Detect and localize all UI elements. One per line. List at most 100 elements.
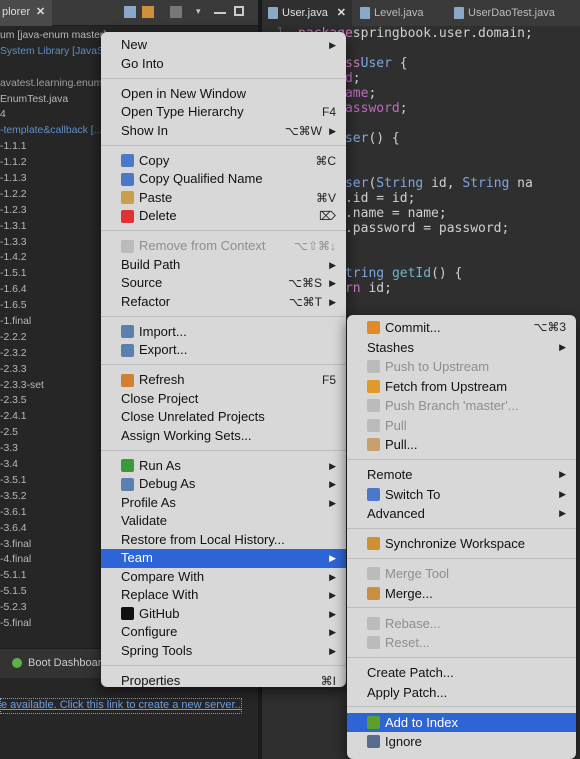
code-token: () { xyxy=(368,131,400,146)
menu-item-new[interactable]: New ▶ xyxy=(101,36,346,55)
menu-item-label: Merge Tool xyxy=(385,566,450,581)
menu-item-refactor[interactable]: Refactor ⌥⌘T ▶ xyxy=(101,293,346,312)
menu-item-debug-as[interactable]: Debug As ▶ xyxy=(101,475,346,494)
menu-item-label: Configure xyxy=(121,624,178,639)
view-menu-icon[interactable]: ▾ xyxy=(196,6,208,18)
team-submenu: Commit... ⌥⌘3 Stashes ▶ Push to Upstream Fetc… xyxy=(347,315,576,759)
minimize-icon[interactable] xyxy=(214,6,226,14)
filter-icon[interactable] xyxy=(170,6,182,18)
menu-item-label: Delete xyxy=(139,208,177,223)
tab-user-java[interactable]: User.java ✕ xyxy=(262,0,352,26)
maximize-icon[interactable] xyxy=(234,6,244,16)
menu-item-open-in-new-window[interactable]: Open in New Window xyxy=(101,85,346,104)
menu-item-pull-dialog[interactable]: Pull... xyxy=(347,435,576,455)
menu-item-label: Paste xyxy=(139,189,173,205)
menu-item-label: Fetch from Upstream xyxy=(385,378,508,394)
code-token: springbook.user.domain; xyxy=(352,26,533,41)
submenu-arrow-icon: ▶ xyxy=(329,590,336,600)
close-icon[interactable]: ✕ xyxy=(36,5,45,18)
menu-item-show-in[interactable]: Show In ⌥⌘W ▶ xyxy=(101,122,346,141)
submenu-arrow-icon: ▶ xyxy=(329,479,336,489)
menu-item-copy[interactable]: Copy ⌘C xyxy=(101,152,346,171)
shortcut-label: F5 xyxy=(321,373,336,387)
menu-item-label: Stashes xyxy=(367,339,414,355)
create-server-link[interactable]: e available. Click this link to create a… xyxy=(0,698,242,714)
menu-item-validate[interactable]: Validate xyxy=(101,512,346,531)
menu-item-close-unrelated-projects[interactable]: Close Unrelated Projects xyxy=(101,408,346,427)
menu-item-profile-as[interactable]: Profile As ▶ xyxy=(101,494,346,513)
menu-item-label: Apply Patch... xyxy=(367,684,448,700)
menu-item-label: Assign Working Sets... xyxy=(121,427,252,443)
menu-item-import[interactable]: Import... xyxy=(101,323,346,342)
menu-item-commit[interactable]: Commit... ⌥⌘3 xyxy=(347,318,576,338)
menu-item-reset: Reset... xyxy=(347,633,576,653)
menu-item-delete[interactable]: Delete ⌦ xyxy=(101,207,346,226)
collapse-all-icon[interactable] xyxy=(124,6,136,18)
menu-item-open-type-hierarchy[interactable]: Open Type Hierarchy F4 xyxy=(101,103,346,122)
menu-item-add-to-index[interactable]: Add to Index xyxy=(347,712,576,732)
menu-item-advanced[interactable]: Advanced ▶ xyxy=(347,504,576,524)
submenu-arrow-icon: ▶ xyxy=(329,497,336,508)
menu-item-synchronize-workspace[interactable]: Synchronize Workspace xyxy=(347,534,576,554)
menu-item-refresh[interactable]: Refresh F5 xyxy=(101,371,346,390)
shortcut-label: ⌘C xyxy=(315,153,336,168)
reset-icon xyxy=(367,636,380,650)
menu-item-properties[interactable]: Properties ⌘I xyxy=(101,672,346,691)
shortcut-label: ⌘V xyxy=(315,190,336,205)
submenu-arrow-icon: ▶ xyxy=(559,341,566,352)
menu-item-build-path[interactable]: Build Path ▶ xyxy=(101,256,346,275)
menu-item-label: Pull... xyxy=(385,437,418,452)
copy-icon xyxy=(121,154,134,168)
code-token: String xyxy=(376,176,424,191)
menu-item-team[interactable]: Team ▶ xyxy=(101,549,346,568)
menu-item-assign-working-sets[interactable]: Assign Working Sets... xyxy=(101,427,346,446)
menu-item-label: Push to Upstream xyxy=(385,359,490,374)
menu-item-go-into[interactable]: Go Into xyxy=(101,55,346,74)
tab-package-explorer[interactable]: plorer ✕ xyxy=(0,0,52,26)
menu-separator xyxy=(347,706,576,708)
export-icon xyxy=(121,343,134,357)
menu-separator xyxy=(101,449,346,451)
tab-userdaotest-java[interactable]: UserDaoTest.java xyxy=(448,0,580,26)
menu-item-remote[interactable]: Remote ▶ xyxy=(347,465,576,485)
pull-icon xyxy=(367,438,380,452)
menu-separator xyxy=(101,77,346,79)
menu-item-paste[interactable]: Paste ⌘V xyxy=(101,189,346,208)
menu-item-remove-from-context: Remove from Context ⌥⇧⌘↓ xyxy=(101,237,346,256)
menu-item-fetch-from-upstream[interactable]: Fetch from Upstream xyxy=(347,377,576,397)
sync-icon xyxy=(367,537,380,551)
menu-item-export[interactable]: Export... xyxy=(101,341,346,360)
menu-item-label: Go Into xyxy=(121,55,164,71)
menu-item-label: Build Path xyxy=(121,256,181,272)
menu-item-spring-tools[interactable]: Spring Tools ▶ xyxy=(101,642,346,661)
shortcut-label: ⌘I xyxy=(320,673,336,688)
menu-item-stashes[interactable]: Stashes ▶ xyxy=(347,338,576,358)
menu-item-label: Remove from Context xyxy=(139,238,266,253)
menu-item-replace-with[interactable]: Replace With ▶ xyxy=(101,586,346,605)
menu-item-switch-to[interactable]: Switch To ▶ xyxy=(347,485,576,505)
menu-item-ignore[interactable]: Ignore xyxy=(347,732,576,752)
boot-dashboard-label: Boot Dashboard xyxy=(28,657,108,669)
menu-item-github[interactable]: GitHub ▶ xyxy=(101,605,346,624)
menu-item-create-patch[interactable]: Create Patch... xyxy=(347,663,576,683)
submenu-arrow-icon: ▶ xyxy=(559,469,566,479)
menu-item-restore-from-local-history[interactable]: Restore from Local History... xyxy=(101,531,346,550)
menu-item-merge[interactable]: Merge... xyxy=(347,584,576,604)
menu-item-compare-with[interactable]: Compare With ▶ xyxy=(101,568,346,587)
menu-item-source[interactable]: Source ⌥⌘S ▶ xyxy=(101,274,346,293)
menu-item-label: Push Branch 'master'... xyxy=(385,398,519,413)
close-icon[interactable]: ✕ xyxy=(337,6,346,19)
code-token: id; xyxy=(360,281,392,296)
menu-item-configure[interactable]: Configure ▶ xyxy=(101,623,346,642)
menu-item-push-branch: Push Branch 'master'... xyxy=(347,396,576,416)
boot-dashboard-icon xyxy=(12,658,22,668)
explorer-tab-bar: plorer ✕ ▾ xyxy=(0,0,258,26)
menu-item-merge-tool: Merge Tool xyxy=(347,564,576,584)
tab-level-java[interactable]: Level.java xyxy=(354,0,444,26)
link-with-editor-icon[interactable] xyxy=(142,6,154,18)
run-icon xyxy=(121,459,134,473)
menu-item-close-project[interactable]: Close Project xyxy=(101,390,346,409)
menu-item-apply-patch[interactable]: Apply Patch... xyxy=(347,683,576,703)
menu-item-run-as[interactable]: Run As ▶ xyxy=(101,457,346,476)
menu-item-copy-qualified-name[interactable]: Copy Qualified Name xyxy=(101,170,346,189)
